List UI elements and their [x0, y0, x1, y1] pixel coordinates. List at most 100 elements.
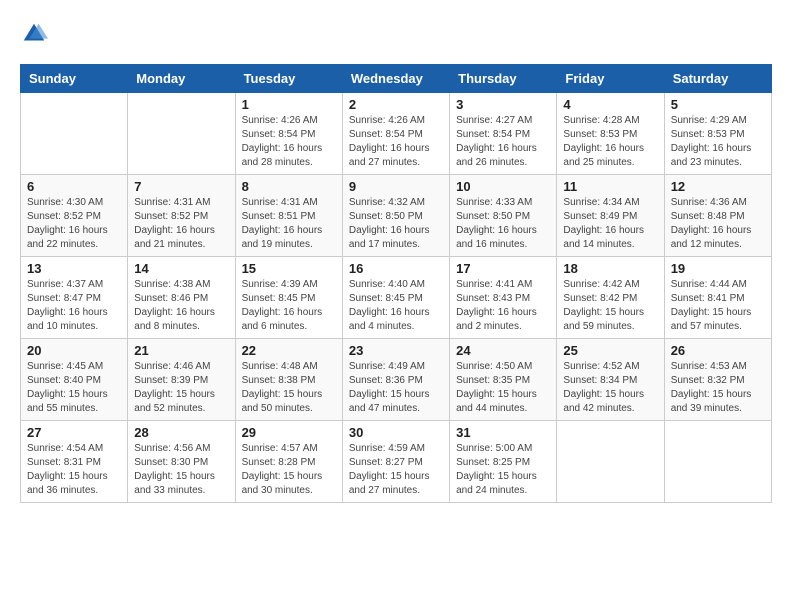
day-detail: Sunrise: 4:32 AMSunset: 8:50 PMDaylight:… — [349, 196, 443, 252]
day-detail: Sunrise: 4:54 AMSunset: 8:31 PMDaylight:… — [27, 442, 121, 498]
calendar-cell — [664, 421, 771, 503]
day-number: 13 — [27, 261, 121, 276]
calendar-cell: 20 Sunrise: 4:45 AMSunset: 8:40 PMDayligh… — [21, 339, 128, 421]
calendar-cell: 10 Sunrise: 4:33 AMSunset: 8:50 PMDayligh… — [450, 175, 557, 257]
calendar-cell: 26 Sunrise: 4:53 AMSunset: 8:32 PMDayligh… — [664, 339, 771, 421]
calendar-week-row: 27 Sunrise: 4:54 AMSunset: 8:31 PMDayligh… — [21, 421, 772, 503]
day-detail: Sunrise: 4:29 AMSunset: 8:53 PMDaylight:… — [671, 114, 765, 170]
day-number: 20 — [27, 343, 121, 358]
calendar-week-row: 20 Sunrise: 4:45 AMSunset: 8:40 PMDayligh… — [21, 339, 772, 421]
calendar-cell: 17 Sunrise: 4:41 AMSunset: 8:43 PMDayligh… — [450, 257, 557, 339]
day-number: 21 — [134, 343, 228, 358]
day-number: 19 — [671, 261, 765, 276]
day-number: 8 — [242, 179, 336, 194]
day-number: 29 — [242, 425, 336, 440]
day-detail: Sunrise: 4:46 AMSunset: 8:39 PMDaylight:… — [134, 360, 228, 416]
day-detail: Sunrise: 4:36 AMSunset: 8:48 PMDaylight:… — [671, 196, 765, 252]
calendar-cell: 24 Sunrise: 4:50 AMSunset: 8:35 PMDayligh… — [450, 339, 557, 421]
day-detail: Sunrise: 4:33 AMSunset: 8:50 PMDaylight:… — [456, 196, 550, 252]
day-number: 5 — [671, 97, 765, 112]
day-number: 23 — [349, 343, 443, 358]
day-number: 26 — [671, 343, 765, 358]
day-number: 18 — [563, 261, 657, 276]
day-number: 3 — [456, 97, 550, 112]
calendar-cell: 3 Sunrise: 4:27 AMSunset: 8:54 PMDaylight… — [450, 93, 557, 175]
day-detail: Sunrise: 4:31 AMSunset: 8:51 PMDaylight:… — [242, 196, 336, 252]
day-detail: Sunrise: 4:28 AMSunset: 8:53 PMDaylight:… — [563, 114, 657, 170]
day-detail: Sunrise: 4:52 AMSunset: 8:34 PMDaylight:… — [563, 360, 657, 416]
day-number: 4 — [563, 97, 657, 112]
day-number: 30 — [349, 425, 443, 440]
day-detail: Sunrise: 4:41 AMSunset: 8:43 PMDaylight:… — [456, 278, 550, 334]
weekday-header-friday: Friday — [557, 65, 664, 93]
page-header — [20, 20, 772, 48]
weekday-header-saturday: Saturday — [664, 65, 771, 93]
logo-icon — [20, 20, 48, 48]
day-number: 10 — [456, 179, 550, 194]
calendar-cell: 18 Sunrise: 4:42 AMSunset: 8:42 PMDayligh… — [557, 257, 664, 339]
calendar-cell: 19 Sunrise: 4:44 AMSunset: 8:41 PMDayligh… — [664, 257, 771, 339]
day-detail: Sunrise: 4:57 AMSunset: 8:28 PMDaylight:… — [242, 442, 336, 498]
weekday-header-tuesday: Tuesday — [235, 65, 342, 93]
day-number: 14 — [134, 261, 228, 276]
calendar-cell: 6 Sunrise: 4:30 AMSunset: 8:52 PMDaylight… — [21, 175, 128, 257]
calendar-cell: 28Sunrise: 4:56 AMSunset: 8:30 PMDayligh… — [128, 421, 235, 503]
day-detail: Sunrise: 4:44 AMSunset: 8:41 PMDaylight:… — [671, 278, 765, 334]
day-detail: Sunrise: 5:00 AMSunset: 8:25 PMDaylight:… — [456, 442, 550, 498]
calendar-cell: 23Sunrise: 4:49 AMSunset: 8:36 PMDayligh… — [342, 339, 449, 421]
day-number: 17 — [456, 261, 550, 276]
day-number: 16 — [349, 261, 443, 276]
calendar-cell: 29 Sunrise: 4:57 AMSunset: 8:28 PMDayligh… — [235, 421, 342, 503]
calendar-cell: 15Sunrise: 4:39 AMSunset: 8:45 PMDayligh… — [235, 257, 342, 339]
weekday-header-wednesday: Wednesday — [342, 65, 449, 93]
day-number: 31 — [456, 425, 550, 440]
day-number: 12 — [671, 179, 765, 194]
day-detail: Sunrise: 4:37 AMSunset: 8:47 PMDaylight:… — [27, 278, 121, 334]
calendar-header-row: SundayMondayTuesdayWednesdayThursdayFrid… — [21, 65, 772, 93]
day-number: 22 — [242, 343, 336, 358]
weekday-header-thursday: Thursday — [450, 65, 557, 93]
calendar-table: SundayMondayTuesdayWednesdayThursdayFrid… — [20, 64, 772, 503]
calendar-cell: 22 Sunrise: 4:48 AMSunset: 8:38 PMDayligh… — [235, 339, 342, 421]
weekday-header-monday: Monday — [128, 65, 235, 93]
day-detail: Sunrise: 4:48 AMSunset: 8:38 PMDaylight:… — [242, 360, 336, 416]
day-detail: Sunrise: 4:30 AMSunset: 8:52 PMDaylight:… — [27, 196, 121, 252]
calendar-cell: 27 Sunrise: 4:54 AMSunset: 8:31 PMDayligh… — [21, 421, 128, 503]
calendar-cell: 16 Sunrise: 4:40 AMSunset: 8:45 PMDayligh… — [342, 257, 449, 339]
calendar-cell: 2Sunrise: 4:26 AMSunset: 8:54 PMDaylight… — [342, 93, 449, 175]
calendar-cell: 25Sunrise: 4:52 AMSunset: 8:34 PMDayligh… — [557, 339, 664, 421]
calendar-cell — [21, 93, 128, 175]
day-detail: Sunrise: 4:26 AMSunset: 8:54 PMDaylight:… — [349, 114, 443, 170]
day-detail: Sunrise: 4:39 AMSunset: 8:45 PMDaylight:… — [242, 278, 336, 334]
calendar-cell: 30 Sunrise: 4:59 AMSunset: 8:27 PMDayligh… — [342, 421, 449, 503]
day-number: 27 — [27, 425, 121, 440]
day-detail: Sunrise: 4:53 AMSunset: 8:32 PMDaylight:… — [671, 360, 765, 416]
calendar-cell: 9Sunrise: 4:32 AMSunset: 8:50 PMDaylight… — [342, 175, 449, 257]
day-detail: Sunrise: 4:45 AMSunset: 8:40 PMDaylight:… — [27, 360, 121, 416]
calendar-cell: 4 Sunrise: 4:28 AMSunset: 8:53 PMDaylight… — [557, 93, 664, 175]
day-detail: Sunrise: 4:42 AMSunset: 8:42 PMDaylight:… — [563, 278, 657, 334]
calendar-week-row: 1 Sunrise: 4:26 AMSunset: 8:54 PMDaylight… — [21, 93, 772, 175]
day-number: 7 — [134, 179, 228, 194]
calendar-cell: 31 Sunrise: 5:00 AMSunset: 8:25 PMDayligh… — [450, 421, 557, 503]
day-number: 24 — [456, 343, 550, 358]
calendar-week-row: 13 Sunrise: 4:37 AMSunset: 8:47 PMDayligh… — [21, 257, 772, 339]
calendar-cell: 13 Sunrise: 4:37 AMSunset: 8:47 PMDayligh… — [21, 257, 128, 339]
calendar-cell: 11Sunrise: 4:34 AMSunset: 8:49 PMDayligh… — [557, 175, 664, 257]
day-detail: Sunrise: 4:31 AMSunset: 8:52 PMDaylight:… — [134, 196, 228, 252]
calendar-cell: 12 Sunrise: 4:36 AMSunset: 8:48 PMDayligh… — [664, 175, 771, 257]
weekday-header-sunday: Sunday — [21, 65, 128, 93]
day-detail: Sunrise: 4:59 AMSunset: 8:27 PMDaylight:… — [349, 442, 443, 498]
calendar-cell: 1 Sunrise: 4:26 AMSunset: 8:54 PMDaylight… — [235, 93, 342, 175]
day-detail: Sunrise: 4:40 AMSunset: 8:45 PMDaylight:… — [349, 278, 443, 334]
calendar-cell: 21 Sunrise: 4:46 AMSunset: 8:39 PMDayligh… — [128, 339, 235, 421]
calendar-cell: 14Sunrise: 4:38 AMSunset: 8:46 PMDayligh… — [128, 257, 235, 339]
day-number: 1 — [242, 97, 336, 112]
day-detail: Sunrise: 4:27 AMSunset: 8:54 PMDaylight:… — [456, 114, 550, 170]
day-number: 6 — [27, 179, 121, 194]
day-detail: Sunrise: 4:50 AMSunset: 8:35 PMDaylight:… — [456, 360, 550, 416]
day-detail: Sunrise: 4:26 AMSunset: 8:54 PMDaylight:… — [242, 114, 336, 170]
day-number: 28 — [134, 425, 228, 440]
calendar-cell: 7 Sunrise: 4:31 AMSunset: 8:52 PMDaylight… — [128, 175, 235, 257]
calendar-cell: 5 Sunrise: 4:29 AMSunset: 8:53 PMDaylight… — [664, 93, 771, 175]
